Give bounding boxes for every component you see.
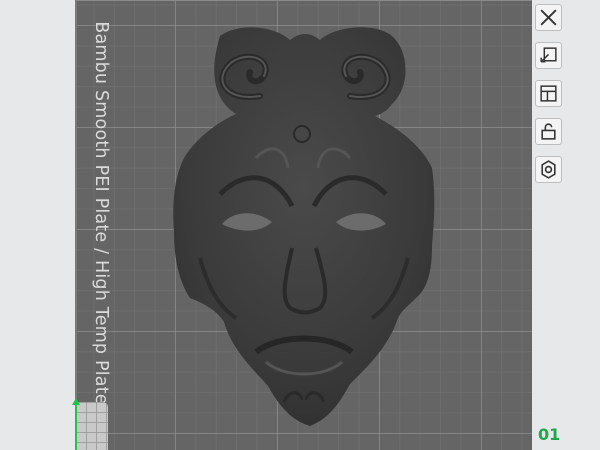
3d-viewport[interactable]: Bambu Smooth PEI Plate / High Temp Plate [0,0,600,450]
plate-number[interactable]: 01 [538,425,560,444]
model-mask[interactable] [160,18,448,438]
settings-button[interactable] [535,156,562,183]
plate-origin-corner [76,402,108,450]
close-icon [540,9,557,26]
gear-icon [541,160,556,179]
close-button[interactable] [535,4,562,31]
arrange-button[interactable] [535,80,562,107]
y-axis-indicator [75,402,77,450]
orient-icon [540,47,557,63]
viewport-toolbar [535,4,565,194]
lock-button[interactable] [535,118,562,145]
y-axis-arrow [72,398,80,405]
auto-orient-button[interactable] [535,42,562,69]
arrange-icon [540,85,557,102]
lock-icon [541,123,556,140]
